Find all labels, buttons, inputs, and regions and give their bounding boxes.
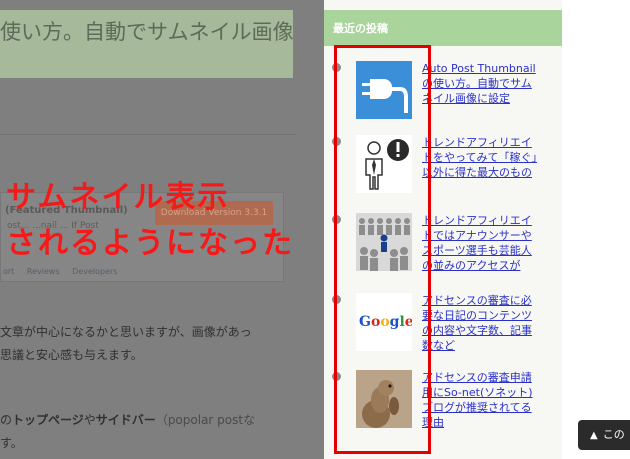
back-to-top-button[interactable]: ▲ この (578, 420, 630, 450)
divider (0, 134, 296, 135)
annotation-line-1: サムネイル表示 (6, 180, 230, 215)
highlight-frame (334, 45, 431, 454)
paragraph-line: 思議と安心感も与えます。 (0, 348, 143, 362)
recent-post-link[interactable]: Auto Post Thumbnailの使い方。自動でサムネイル画像に設定 (422, 61, 542, 106)
paragraph-text: （popolar postな (155, 413, 256, 427)
post-title-box: 使い方。自動でサムネイル画像 (0, 10, 294, 78)
chevron-up-icon: ▲ (590, 430, 598, 441)
plugin-link-reviews[interactable]: Reviews (27, 267, 60, 276)
widget-header: 最近の投稿 (324, 10, 562, 46)
plugin-link-developers[interactable]: Developers (72, 267, 117, 276)
plugin-links: ort Reviews Developers (3, 267, 127, 276)
back-to-top-label: この (602, 428, 625, 441)
paragraph-text: の (0, 413, 13, 427)
widget-title: 最近の投稿 (333, 22, 388, 35)
recent-post-link[interactable]: トレンドアフィリエイトをやってみて「稼ぐ」以外に得た最大のもの (422, 135, 542, 180)
paragraph-line: す。 (0, 436, 23, 450)
annotation-line-2: されるようになった (6, 226, 294, 261)
plugin-link-support[interactable]: ort (3, 267, 14, 276)
paragraph-bold: トップページ (12, 413, 84, 427)
recent-post-link[interactable]: アドセンスの審査申請用にSo-net(ソネット)ブログが推奨されてる理由 (422, 370, 542, 430)
recent-post-link[interactable]: アドセンスの審査に必要な日記のコンテンツの内容や文字数、記事数など (422, 293, 542, 353)
paragraph-bold: サイドバー (95, 413, 156, 427)
post-title: 使い方。自動でサムネイル画像 (0, 20, 294, 44)
recent-post-link[interactable]: トレンドアフィリエイトではアナウンサーやスポーツ選手も芸能人の並みのアクセスが (422, 213, 542, 273)
paragraph-line: 文章が中心になるかと思いますが、画像があっ (0, 325, 252, 339)
paragraph-text: や (83, 413, 96, 427)
paragraph-line: のトップページやサイドバー（popolar postな (0, 411, 255, 428)
